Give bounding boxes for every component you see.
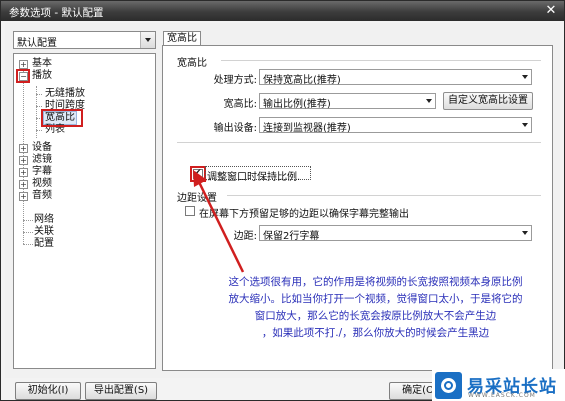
aspect-settings-panel: 宽高比 处理方式: 保持宽高比(推荐) 宽高比: 输出比例(推荐) 自定义宽高比… xyxy=(162,45,553,371)
tree-item-basic[interactable]: 基本 xyxy=(32,58,52,70)
init-button[interactable]: 初始化(I) xyxy=(15,382,81,400)
highlight-box-aspect xyxy=(41,109,83,127)
tree-item-seamless[interactable]: 无缝播放 xyxy=(45,88,85,100)
expand-icon[interactable]: + xyxy=(19,168,28,177)
left-panel: 默认配置 + 基本 − 播放 无缝播放 时间跨度 宽高比 列表 + 设备 + 滤… xyxy=(13,31,157,371)
annotation-line: ，如果此项不打./，那么你放大的时候会产生黑边 xyxy=(261,327,490,339)
annotation-text: 这个选项很有用，它的作用是将视频的长宽按照视频本身原比例 放大缩小。比如当你打开… xyxy=(203,274,548,342)
expand-icon[interactable]: + xyxy=(19,192,28,201)
profile-select[interactable]: 默认配置 xyxy=(13,31,156,49)
expand-icon[interactable]: + xyxy=(19,60,28,69)
close-icon[interactable]: ✕ xyxy=(544,4,558,18)
tree-item-video[interactable]: 视频 xyxy=(32,178,52,190)
arrow-line xyxy=(197,181,245,273)
dialog-body: 默认配置 + 基本 − 播放 无缝播放 时间跨度 宽高比 列表 + 设备 + 滤… xyxy=(5,23,560,378)
tree-item-network[interactable]: 网络 xyxy=(34,214,54,226)
tree-line xyxy=(23,220,33,221)
search-logo-icon xyxy=(435,372,462,399)
highlight-box-playback xyxy=(16,69,30,83)
preferences-window: 参数选项 - 默认配置 ✕ 默认配置 + 基本 − 播放 无缝播放 时间跨度 宽… xyxy=(0,0,565,401)
settings-tree: + 基本 − 播放 无缝播放 时间跨度 宽高比 列表 + 设备 + 滤镜 + 字… xyxy=(13,53,156,369)
watermark: 易采站长站 WWW.EASCK.COM xyxy=(432,369,565,401)
tree-line xyxy=(23,232,33,233)
profile-select-value: 默认配置 xyxy=(17,38,57,49)
tree-item-config[interactable]: 配置 xyxy=(34,238,54,250)
tab-aspect[interactable]: 宽高比 xyxy=(163,31,201,46)
export-config-button[interactable]: 导出配置(S) xyxy=(85,382,157,400)
tree-item-filter[interactable]: 滤镜 xyxy=(32,154,52,166)
expand-icon[interactable]: + xyxy=(19,180,28,189)
tree-line xyxy=(23,244,33,245)
tree-line xyxy=(36,106,42,107)
tree-line xyxy=(36,94,42,95)
annotation-line: 窗口放大，那么它的长宽会按原比例放大不会产生边 xyxy=(254,310,497,322)
tree-item-playback[interactable]: 播放 xyxy=(32,70,52,82)
tree-line xyxy=(23,64,24,244)
title-bar[interactable]: 参数选项 - 默认配置 ✕ xyxy=(1,1,564,21)
tree-item-audio[interactable]: 音频 xyxy=(32,190,52,202)
annotation-line: 这个选项很有用，它的作用是将视频的长宽按照视频本身原比例 xyxy=(228,276,523,288)
chevron-down-icon[interactable] xyxy=(140,32,155,48)
tree-line xyxy=(36,130,42,131)
watermark-url: WWW.EASCK.COM xyxy=(468,392,536,399)
expand-icon[interactable]: + xyxy=(19,144,28,153)
window-title: 参数选项 - 默认配置 xyxy=(9,7,104,19)
expand-icon[interactable]: + xyxy=(19,156,28,165)
tree-item-device[interactable]: 设备 xyxy=(32,142,52,154)
annotation-line: 放大缩小。比如当你打开一个视频，觉得窗口太小，于是将它的 xyxy=(228,293,523,305)
tree-item-associate[interactable]: 关联 xyxy=(34,226,54,238)
tree-item-subtitle[interactable]: 字幕 xyxy=(32,166,52,178)
